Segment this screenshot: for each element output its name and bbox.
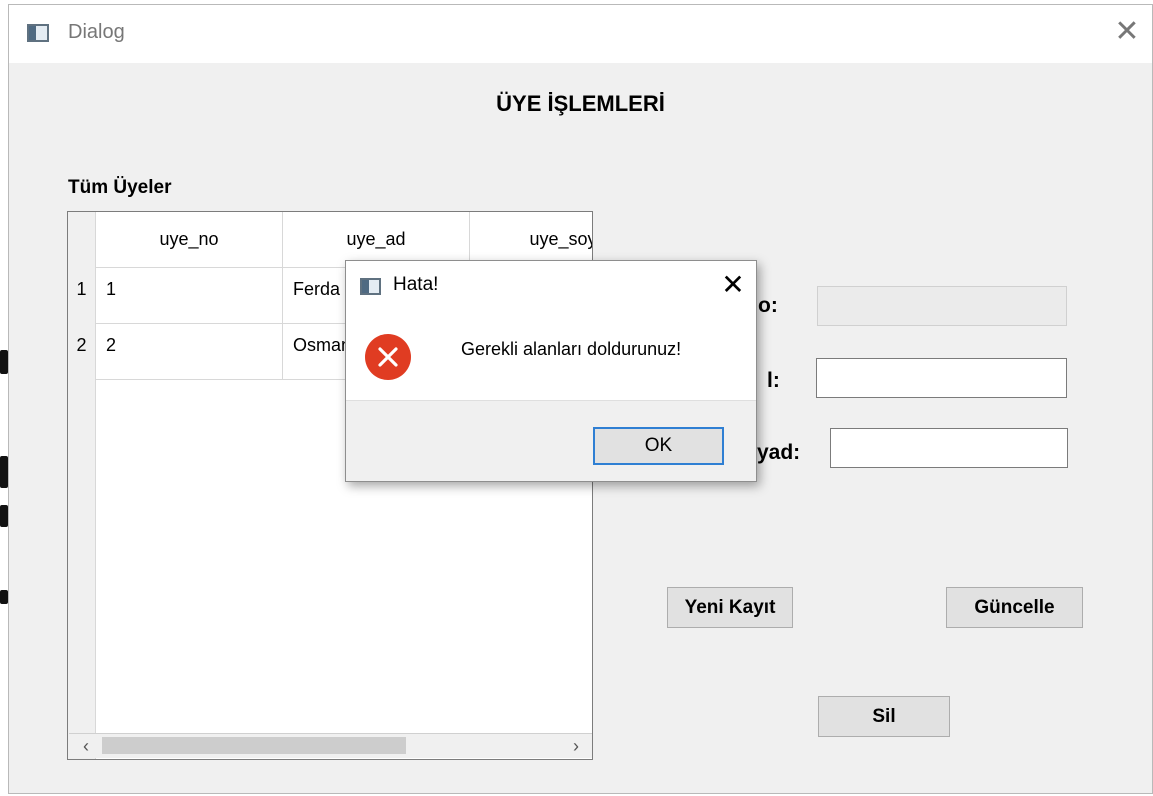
horizontal-scrollbar[interactable]: ‹ › [69, 733, 592, 758]
new-record-button[interactable]: Yeni Kayıt [667, 587, 793, 628]
desktop-edge-mark [0, 350, 8, 374]
window-titlebar[interactable]: Dialog ✕ [9, 5, 1152, 63]
error-dialog-title: Hata! [393, 274, 439, 295]
member-name-label: l: [767, 369, 780, 392]
row-number: 1 [68, 268, 96, 324]
row-number: 2 [68, 324, 96, 380]
scroll-left-icon[interactable]: ‹ [73, 734, 99, 758]
page-title: ÜYE İŞLEMLERİ [496, 91, 665, 116]
delete-button[interactable]: Sil [818, 696, 950, 737]
member-number-field [817, 286, 1067, 326]
ok-button[interactable]: OK [593, 427, 724, 465]
error-dialog-footer: OK [346, 402, 756, 483]
window-title: Dialog [68, 21, 125, 43]
close-icon[interactable]: ✕ [716, 267, 750, 303]
app-icon [360, 278, 381, 295]
member-number-label: o: [758, 294, 778, 317]
error-dialog: Hata! ✕ Gerekli alanları doldurunuz! OK [345, 260, 757, 482]
member-surname-label: yad: [757, 441, 801, 464]
desktop-edge-mark [0, 505, 8, 527]
column-header-uye-no[interactable]: uye_no [96, 212, 283, 268]
scroll-right-icon[interactable]: › [563, 734, 589, 758]
desktop-edge-mark [0, 456, 8, 488]
desktop-edge-mark [0, 590, 8, 604]
members-list-heading: Tüm Üyeler [68, 177, 172, 198]
error-message: Gerekli alanları doldurunuz! [461, 339, 682, 359]
table-cell[interactable]: 1 [96, 268, 283, 324]
close-icon[interactable]: ✕ [1110, 15, 1144, 49]
member-name-field[interactable] [816, 358, 1067, 398]
error-icon [365, 334, 411, 380]
error-dialog-body: Gerekli alanları doldurunuz! [346, 311, 756, 401]
app-icon [27, 24, 49, 42]
scroll-thumb[interactable] [102, 737, 406, 754]
member-surname-field[interactable] [830, 428, 1068, 468]
update-button[interactable]: Güncelle [946, 587, 1083, 628]
error-dialog-titlebar[interactable]: Hata! ✕ [346, 261, 756, 311]
table-cell[interactable]: 2 [96, 324, 283, 380]
